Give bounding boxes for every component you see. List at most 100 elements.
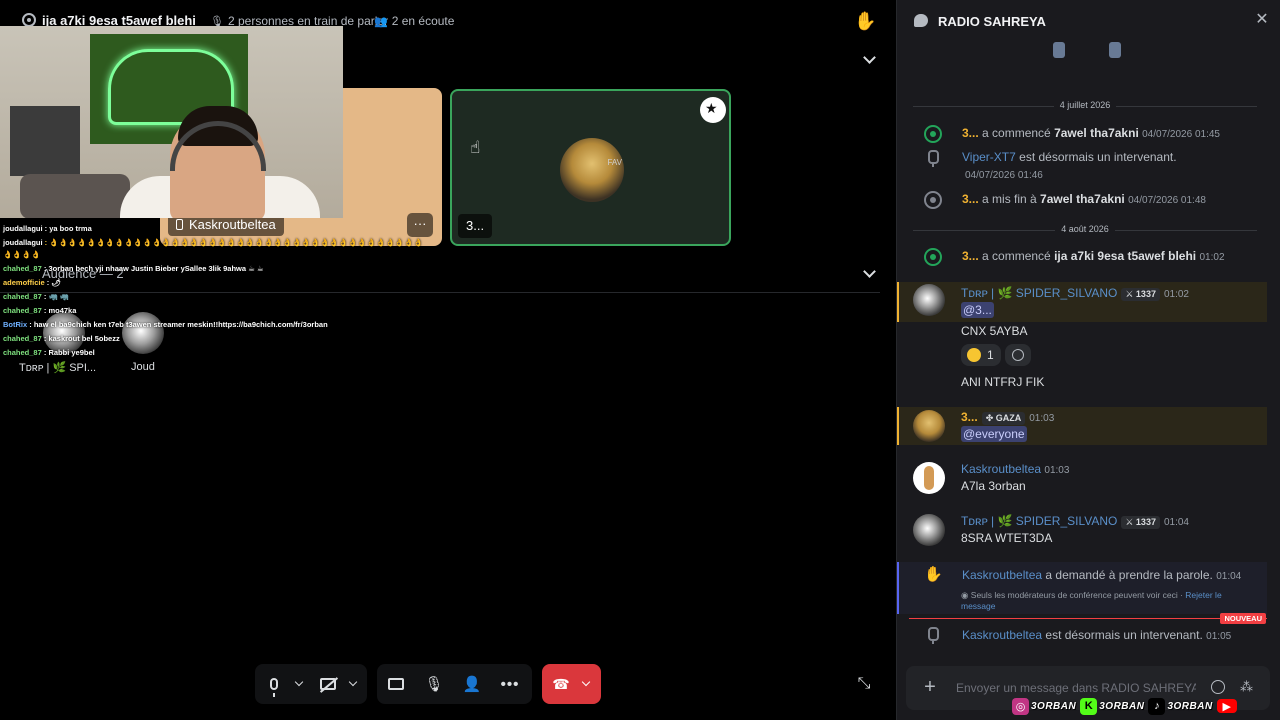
overlay-chat-line: ademofficie : 🌶	[3, 278, 61, 287]
hand-icon: ✋	[924, 566, 943, 583]
brand-handle: 3ORBAN	[1099, 700, 1145, 712]
server-tag: ✤ GAZA	[981, 412, 1026, 425]
mention[interactable]: @3...	[961, 302, 994, 318]
listeners-count-label: 2 en écoute	[391, 14, 455, 28]
apps-icon: ⁂	[1240, 679, 1253, 694]
overlay-chat-line: joudallagui : 👌👌👌👌👌👌👌👌👌👌👌👌👌👌👌👌👌👌👌👌👌👌👌👌👌👌…	[3, 238, 423, 247]
author-name[interactable]: Kaskroutbeltea	[961, 462, 1041, 476]
timestamp: 01:02	[1163, 289, 1189, 300]
apps-button[interactable]: ⁂	[1240, 679, 1256, 695]
message-content: ANI NTFRJ FIK	[961, 375, 1045, 389]
add-reaction-button[interactable]	[1005, 344, 1031, 366]
leave-options-chevron-icon[interactable]	[580, 664, 596, 704]
more-options-button[interactable]: •••	[491, 664, 529, 704]
message-content: 8SRA WTET3DA	[961, 531, 1053, 545]
mic-options-chevron-icon[interactable]	[293, 664, 309, 704]
server-tag: ⚔ 1337	[1121, 288, 1160, 301]
moderator-only-note: ◉ Seuls les modérateurs de conférence pe…	[961, 590, 1222, 611]
speaker-name: 3...	[458, 214, 493, 238]
hang-up-icon: ☎	[552, 675, 570, 692]
overlay-chat-line: chahed_87 : mo47ka	[3, 306, 77, 315]
emoji-button[interactable]	[1211, 680, 1225, 694]
tiktok-branding: ♪ 3ORBAN	[1148, 697, 1212, 715]
stage-start-icon	[924, 125, 942, 143]
avatar[interactable]	[913, 514, 945, 546]
chat-header: RADIO SAHREYA ✕	[897, 0, 1280, 42]
timestamp: 01:02	[1199, 252, 1225, 263]
tile-more-button[interactable]: ···	[407, 213, 433, 237]
author-name[interactable]: 3...	[961, 410, 978, 424]
audience-avatar[interactable]	[122, 312, 164, 354]
reaction-laughing[interactable]: 1	[961, 344, 1001, 366]
share-screen-button[interactable]	[377, 664, 415, 704]
audio-video-controls	[255, 664, 367, 704]
reaction-count: 1	[987, 348, 994, 362]
overlay-chat-line: BotRix : haw el ba9chich ken t7eb t3awen…	[3, 320, 328, 329]
more-icon: •••	[500, 675, 520, 693]
avatar[interactable]	[913, 410, 945, 442]
author-prefix: Tᴅʀᴘ | 🌿	[961, 514, 1013, 528]
overlay-chat-line: 👌👌👌👌	[3, 250, 41, 259]
microphone-button[interactable]	[255, 664, 293, 704]
author-name[interactable]: SPIDER_SILVANO	[1016, 514, 1118, 528]
moderator-badge-icon	[700, 97, 726, 123]
timestamp: 01:04	[1163, 517, 1189, 528]
timestamp: 04/07/2026 01:46	[965, 170, 1043, 181]
hand-icon: ✋	[854, 11, 877, 31]
speakers-collapse-chevron-icon[interactable]	[862, 52, 876, 66]
chat-bubble-icon	[914, 14, 928, 27]
brand-handle: 3ORBAN	[1031, 700, 1077, 712]
message-input[interactable]	[956, 678, 1196, 698]
youtube-branding: ▶	[1216, 697, 1237, 715]
username[interactable]: 3...	[962, 192, 979, 206]
instagram-branding: ◎ 3ORBAN	[1012, 697, 1076, 715]
avatar[interactable]	[913, 284, 945, 316]
invite-speaker-button[interactable]: 👤	[453, 664, 491, 704]
username[interactable]: Viper-XT7	[962, 150, 1016, 164]
username[interactable]: 3...	[962, 126, 979, 140]
minimize-icon: ⤡	[857, 675, 871, 692]
camera-button[interactable]	[309, 664, 347, 704]
audience-name: Joud	[131, 361, 155, 373]
message-content: A7la 3orban	[961, 479, 1026, 493]
message-content: @everyone	[961, 426, 1027, 442]
raise-hand-button[interactable]: ✋	[854, 10, 876, 32]
speaker-icon	[924, 626, 942, 644]
add-attachment-button[interactable]: +	[920, 677, 940, 698]
message-header: Tᴅʀᴘ | 🌿 SPIDER_SILVANO ⚔ 1337 01:04	[961, 514, 1189, 529]
message-header: Kaskroutbeltea 01:03	[961, 462, 1069, 476]
date-label: 4 juillet 2026	[1053, 100, 1117, 110]
listeners-icon: 👥	[374, 16, 388, 28]
mention[interactable]: @everyone	[961, 426, 1027, 442]
leave-stage-button[interactable]: ☎	[542, 664, 580, 704]
leave-controls: ☎	[542, 664, 601, 704]
close-chat-button[interactable]: ✕	[1253, 11, 1271, 29]
username[interactable]: 3...	[962, 249, 979, 263]
camera-off-icon	[320, 678, 336, 690]
overlay-chat-line: chahed_87 : kaskrout bel 5obezz	[3, 334, 120, 343]
message-header: Tᴅʀᴘ | 🌿 SPIDER_SILVANO ⚔ 1337 01:02	[961, 286, 1189, 301]
screen-share-icon	[388, 678, 404, 690]
timestamp: 01:05	[1206, 631, 1232, 642]
avatar[interactable]	[913, 462, 945, 494]
stage-area: ija a7ki 9esa t5awef blehi 🎙 2 personnes …	[0, 0, 896, 720]
server-tag: ⚔ 1337	[1121, 516, 1160, 529]
audience-collapse-chevron-icon[interactable]	[862, 266, 876, 280]
username[interactable]: Kaskroutbeltea	[962, 568, 1042, 582]
tiktok-icon: ♪	[1148, 697, 1166, 715]
listeners-count: 👥 2 en écoute	[374, 14, 454, 28]
username[interactable]: Kaskroutbeltea	[962, 628, 1042, 642]
move-to-audience-button[interactable]: 🎙	[415, 664, 453, 704]
timestamp: 04/07/2026 01:48	[1128, 195, 1206, 206]
speaker-tile-3[interactable]: 3...	[450, 89, 731, 246]
chat-panel: RADIO SAHREYA ✕ 4 juillet 2026 3... a co…	[896, 0, 1280, 720]
camera-options-chevron-icon[interactable]	[347, 664, 363, 704]
overlay-chat-line: chahed_87 : Rabbi ye9bel	[3, 348, 95, 357]
author-prefix: Tᴅʀᴘ | 🌿	[961, 286, 1013, 300]
message-attachment	[1047, 42, 1127, 62]
exit-fullscreen-button[interactable]: ⤡	[855, 675, 873, 693]
author-name[interactable]: SPIDER_SILVANO	[1016, 286, 1118, 300]
brand-handle: 3ORBAN	[1167, 700, 1213, 712]
close-icon: ✕	[1255, 11, 1269, 28]
speaker-icon	[924, 149, 942, 167]
